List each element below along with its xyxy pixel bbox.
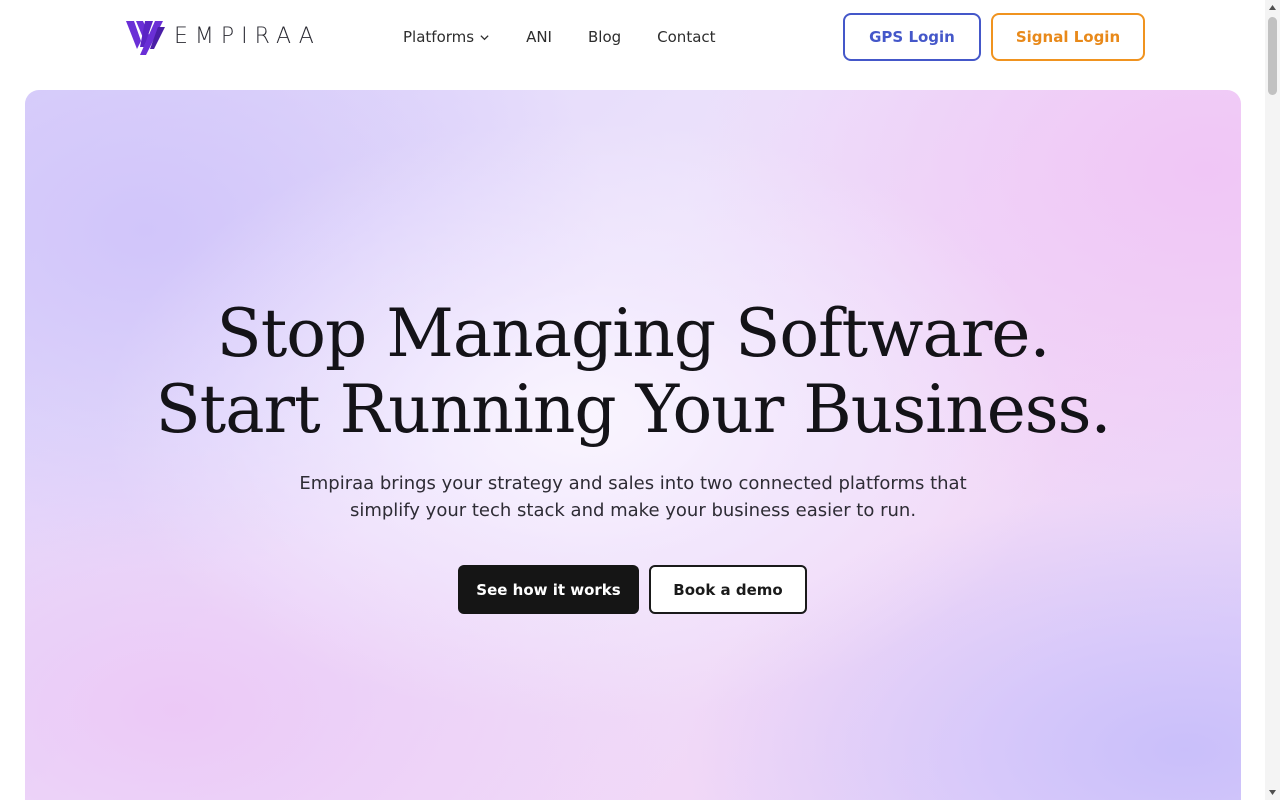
gps-login-button[interactable]: GPS Login: [843, 13, 981, 61]
page-scrollbar[interactable]: [1265, 0, 1280, 800]
nav-item-label: Blog: [587, 28, 622, 46]
hero-subtitle-line: Empiraa brings your strategy and sales i…: [299, 473, 967, 494]
hero-title-line: Start Running Your Business.: [155, 371, 1111, 448]
page: EMPIRAA Platforms ANI Blog Contact GPS L…: [0, 0, 1280, 800]
nav-item-label: Platforms: [403, 28, 475, 46]
book-a-demo-button[interactable]: Book a demo: [649, 565, 807, 614]
nav-item-label: ANI: [526, 28, 552, 46]
signal-login-button[interactable]: Signal Login: [991, 13, 1145, 61]
site-header: EMPIRAA Platforms ANI Blog Contact GPS L…: [0, 0, 1265, 78]
chevron-down-icon: [480, 34, 489, 40]
nav-item-ani[interactable]: ANI: [526, 28, 552, 46]
scroll-up-arrow-icon[interactable]: [1265, 0, 1280, 15]
scrollbar-thumb[interactable]: [1268, 17, 1277, 95]
nav-item-platforms[interactable]: Platforms: [403, 28, 490, 46]
hero-section: Stop Managing Software. Start Running Yo…: [25, 90, 1241, 800]
nav-item-blog[interactable]: Blog: [588, 28, 621, 46]
hero-title-line: Stop Managing Software.: [216, 295, 1051, 372]
empiraa-logo-mark-icon: [126, 21, 165, 55]
empiraa-logo[interactable]: EMPIRAA: [126, 17, 321, 57]
hero-subtitle-line: simplify your tech stack and make your b…: [349, 500, 917, 521]
hero-subtitle: Empiraa brings your strategy and sales i…: [25, 470, 1241, 524]
hero-title: Stop Managing Software. Start Running Yo…: [25, 296, 1241, 448]
main-nav: Platforms ANI Blog Contact: [403, 24, 752, 50]
scroll-down-arrow-icon[interactable]: [1265, 785, 1280, 800]
nav-item-label: Contact: [657, 28, 716, 46]
nav-item-contact[interactable]: Contact: [657, 28, 715, 46]
logo-wordmark: EMPIRAA: [174, 24, 321, 49]
see-how-it-works-button[interactable]: See how it works: [458, 565, 639, 614]
